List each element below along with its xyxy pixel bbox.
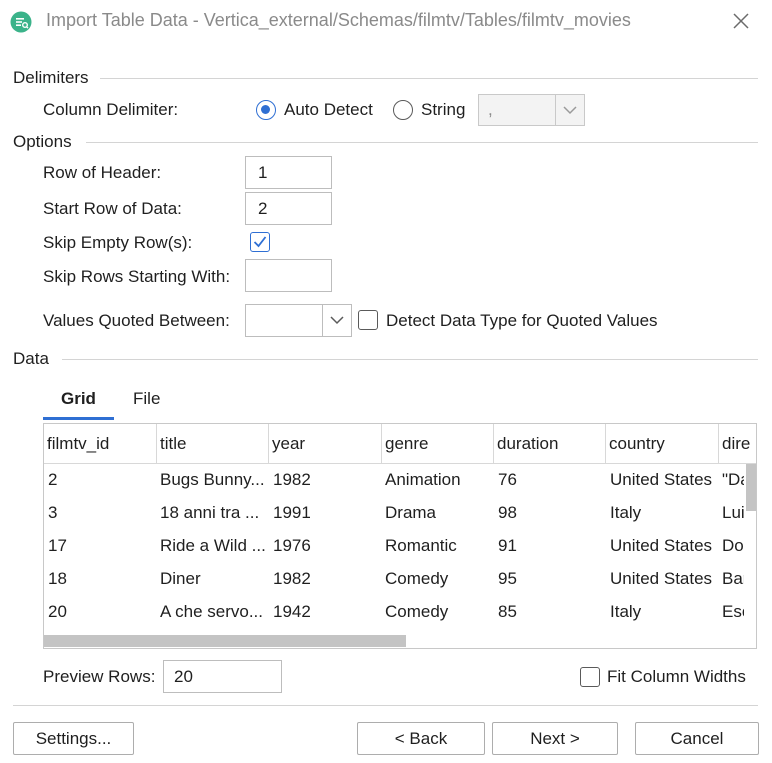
detect-data-type-checkbox[interactable] (358, 310, 378, 330)
footer-divider (13, 705, 758, 706)
table-cell[interactable]: "Da (719, 463, 744, 496)
fit-column-widths-checkbox[interactable] (580, 667, 600, 687)
column-header[interactable]: filmtv_id (44, 424, 157, 464)
auto-detect-radio[interactable] (256, 100, 276, 120)
table-cell[interactable]: Italy (606, 496, 719, 529)
table-cell[interactable]: 1942 (269, 595, 382, 628)
preview-rows-label: Preview Rows: (43, 667, 156, 686)
string-delimiter-value: , (488, 100, 493, 119)
table-cell[interactable]: Romantic (381, 529, 494, 562)
vertical-scrollbar-thumb[interactable] (746, 464, 756, 511)
string-radio[interactable] (393, 100, 413, 120)
auto-detect-label[interactable]: Auto Detect (284, 100, 373, 120)
table-cell[interactable]: Drama (381, 496, 494, 529)
table-cell[interactable]: 95 (494, 562, 607, 595)
table-cell[interactable]: Diner (156, 562, 269, 595)
column-header[interactable]: title (157, 424, 269, 464)
column-delimiter-label: Column Delimiter: (43, 100, 179, 119)
row-of-header-label: Row of Header: (43, 163, 162, 182)
table-cell[interactable]: 1982 (269, 463, 382, 496)
checkmark-icon (253, 236, 267, 248)
column-header[interactable]: country (606, 424, 719, 464)
tab-grid-indicator (43, 417, 114, 420)
table-cell[interactable]: 85 (494, 595, 607, 628)
start-row-label: Start Row of Data: (43, 199, 182, 218)
next-button[interactable]: Next > (492, 722, 618, 755)
table-cell[interactable]: Do (719, 529, 744, 562)
options-section-label: Options (13, 132, 72, 151)
table-cell[interactable]: 1991 (269, 496, 382, 529)
fit-column-widths-label[interactable]: Fit Column Widths (607, 667, 746, 687)
cancel-button[interactable]: Cancel (635, 722, 759, 755)
values-quoted-select[interactable] (245, 304, 352, 337)
column-header[interactable]: duration (494, 424, 606, 464)
skip-rows-starting-label: Skip Rows Starting With: (43, 267, 231, 286)
delimiters-section-label: Delimiters (13, 68, 89, 87)
table-import-icon (10, 11, 32, 33)
table-cell[interactable]: 17 (44, 529, 157, 562)
table-cell[interactable]: Ride a Wild ... (156, 529, 269, 562)
chevron-down-icon[interactable] (555, 95, 584, 125)
options-divider (86, 142, 758, 143)
table-cell[interactable]: United States (606, 562, 719, 595)
table-cell[interactable]: Bugs Bunny... (156, 463, 269, 496)
data-preview-grid[interactable]: filmtv_id title year genre duration coun… (43, 423, 757, 649)
table-cell[interactable]: 2 (44, 463, 157, 496)
string-delimiter-select[interactable]: , (478, 94, 585, 126)
table-cell[interactable]: United States (606, 529, 719, 562)
table-cell[interactable]: 20 (44, 595, 157, 628)
skip-empty-rows-label: Skip Empty Row(s): (43, 233, 193, 252)
column-header[interactable]: genre (382, 424, 494, 464)
chevron-down-icon[interactable] (322, 305, 351, 336)
table-cell[interactable]: 1982 (269, 562, 382, 595)
data-section-label: Data (13, 349, 49, 368)
table-cell[interactable]: 3 (44, 496, 157, 529)
start-row-input[interactable]: 2 (245, 192, 332, 225)
table-cell[interactable]: A che servo... (156, 595, 269, 628)
skip-rows-starting-input[interactable] (245, 259, 332, 292)
table-cell[interactable]: Italy (606, 595, 719, 628)
column-header[interactable]: dire (719, 424, 756, 464)
tab-grid[interactable]: Grid (61, 389, 96, 409)
values-quoted-label: Values Quoted Between: (43, 311, 230, 330)
table-cell[interactable]: Bar (719, 562, 744, 595)
table-cell[interactable]: Lui (719, 496, 744, 529)
table-cell[interactable]: United States (606, 463, 719, 496)
table-cell[interactable]: 18 anni tra ... (156, 496, 269, 529)
column-header[interactable]: year (269, 424, 382, 464)
table-cell[interactable]: Esc (719, 595, 744, 628)
back-button[interactable]: < Back (357, 722, 485, 755)
tab-file[interactable]: File (133, 389, 160, 409)
close-icon[interactable] (728, 8, 754, 34)
table-cell[interactable]: Animation (381, 463, 494, 496)
window-title: Import Table Data - Vertica_external/Sch… (46, 10, 631, 30)
table-cell[interactable]: 18 (44, 562, 157, 595)
table-cell[interactable]: 98 (494, 496, 607, 529)
horizontal-scrollbar-thumb[interactable] (44, 635, 406, 647)
table-cell[interactable]: Comedy (381, 562, 494, 595)
data-divider (62, 359, 758, 360)
table-cell[interactable]: 76 (494, 463, 607, 496)
row-of-header-input[interactable]: 1 (245, 156, 332, 189)
detect-data-type-label[interactable]: Detect Data Type for Quoted Values (386, 311, 658, 331)
settings-button[interactable]: Settings... (13, 722, 134, 755)
string-label[interactable]: String (421, 100, 465, 120)
table-cell[interactable]: Comedy (381, 595, 494, 628)
skip-empty-rows-checkbox[interactable] (250, 232, 270, 252)
delimiters-divider (100, 78, 758, 79)
preview-rows-input[interactable]: 20 (163, 660, 282, 693)
title-bar: Import Table Data - Vertica_external/Sch… (0, 0, 772, 44)
table-cell[interactable]: 1976 (269, 529, 382, 562)
table-cell[interactable]: 91 (494, 529, 607, 562)
